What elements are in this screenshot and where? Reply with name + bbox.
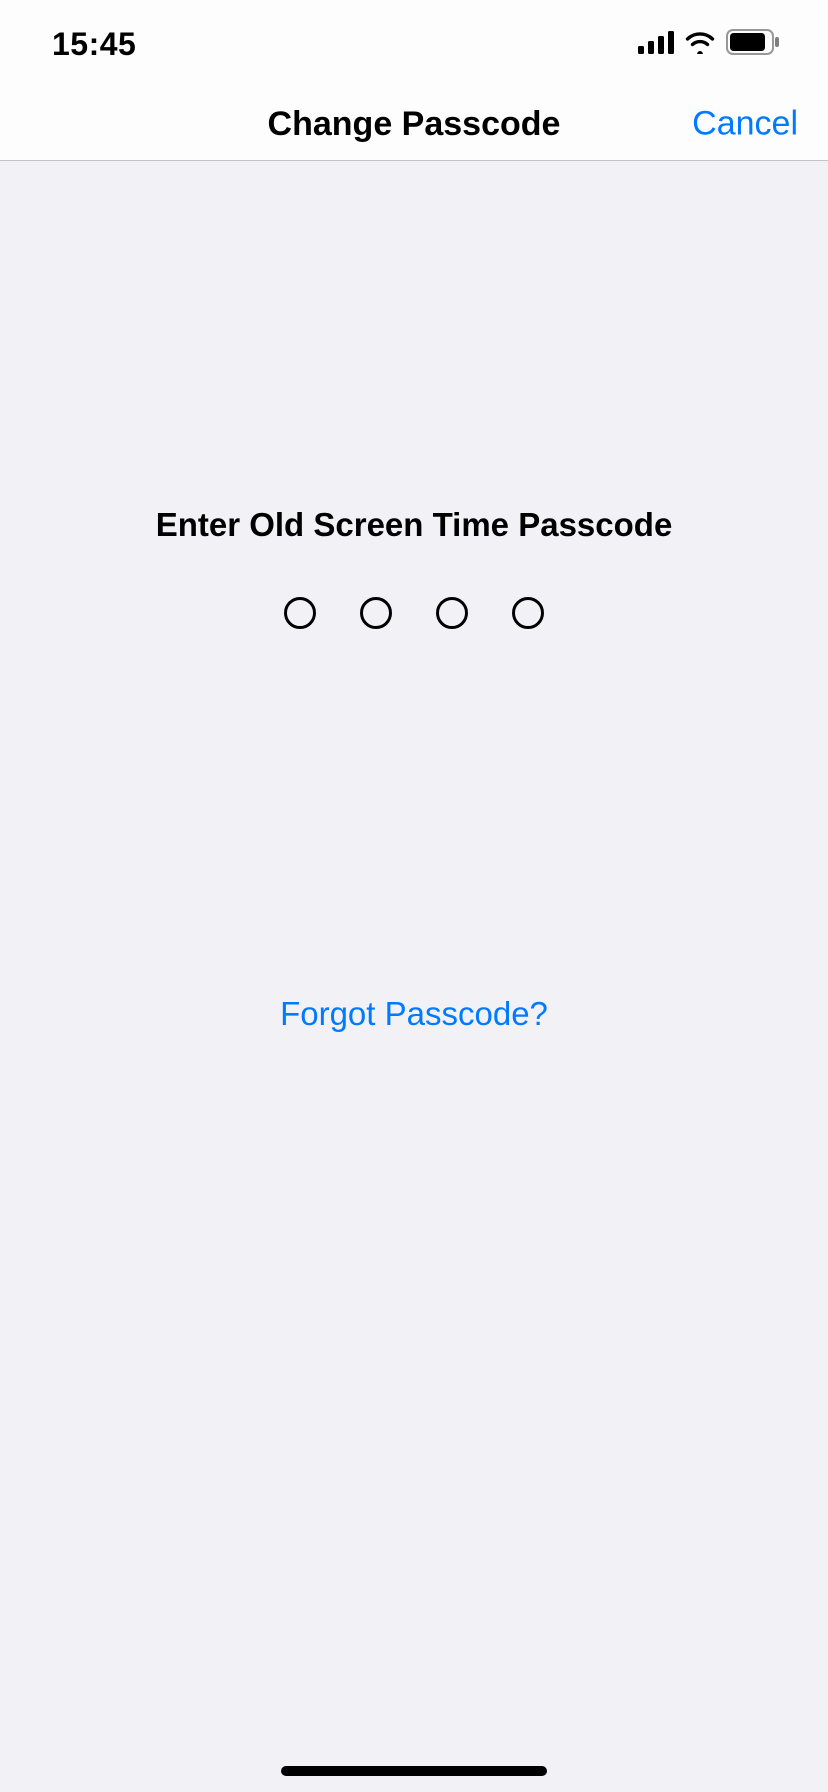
passcode-prompt: Enter Old Screen Time Passcode xyxy=(156,506,673,544)
passcode-dot xyxy=(512,597,544,629)
status-icons xyxy=(638,29,780,60)
page-title: Change Passcode xyxy=(268,105,561,144)
passcode-input[interactable] xyxy=(284,597,544,629)
status-bar: 15:45 xyxy=(0,0,828,88)
battery-icon xyxy=(726,29,780,60)
nav-header: Change Passcode Cancel xyxy=(0,88,828,161)
status-time: 15:45 xyxy=(52,26,136,63)
passcode-dot xyxy=(284,597,316,629)
wifi-icon xyxy=(684,30,716,59)
home-indicator[interactable] xyxy=(281,1766,547,1776)
passcode-dot xyxy=(360,597,392,629)
content-area: Enter Old Screen Time Passcode Forgot Pa… xyxy=(0,161,828,1033)
forgot-passcode-link[interactable]: Forgot Passcode? xyxy=(280,995,548,1033)
passcode-dot xyxy=(436,597,468,629)
cancel-button[interactable]: Cancel xyxy=(692,105,798,144)
cellular-signal-icon xyxy=(638,30,674,59)
